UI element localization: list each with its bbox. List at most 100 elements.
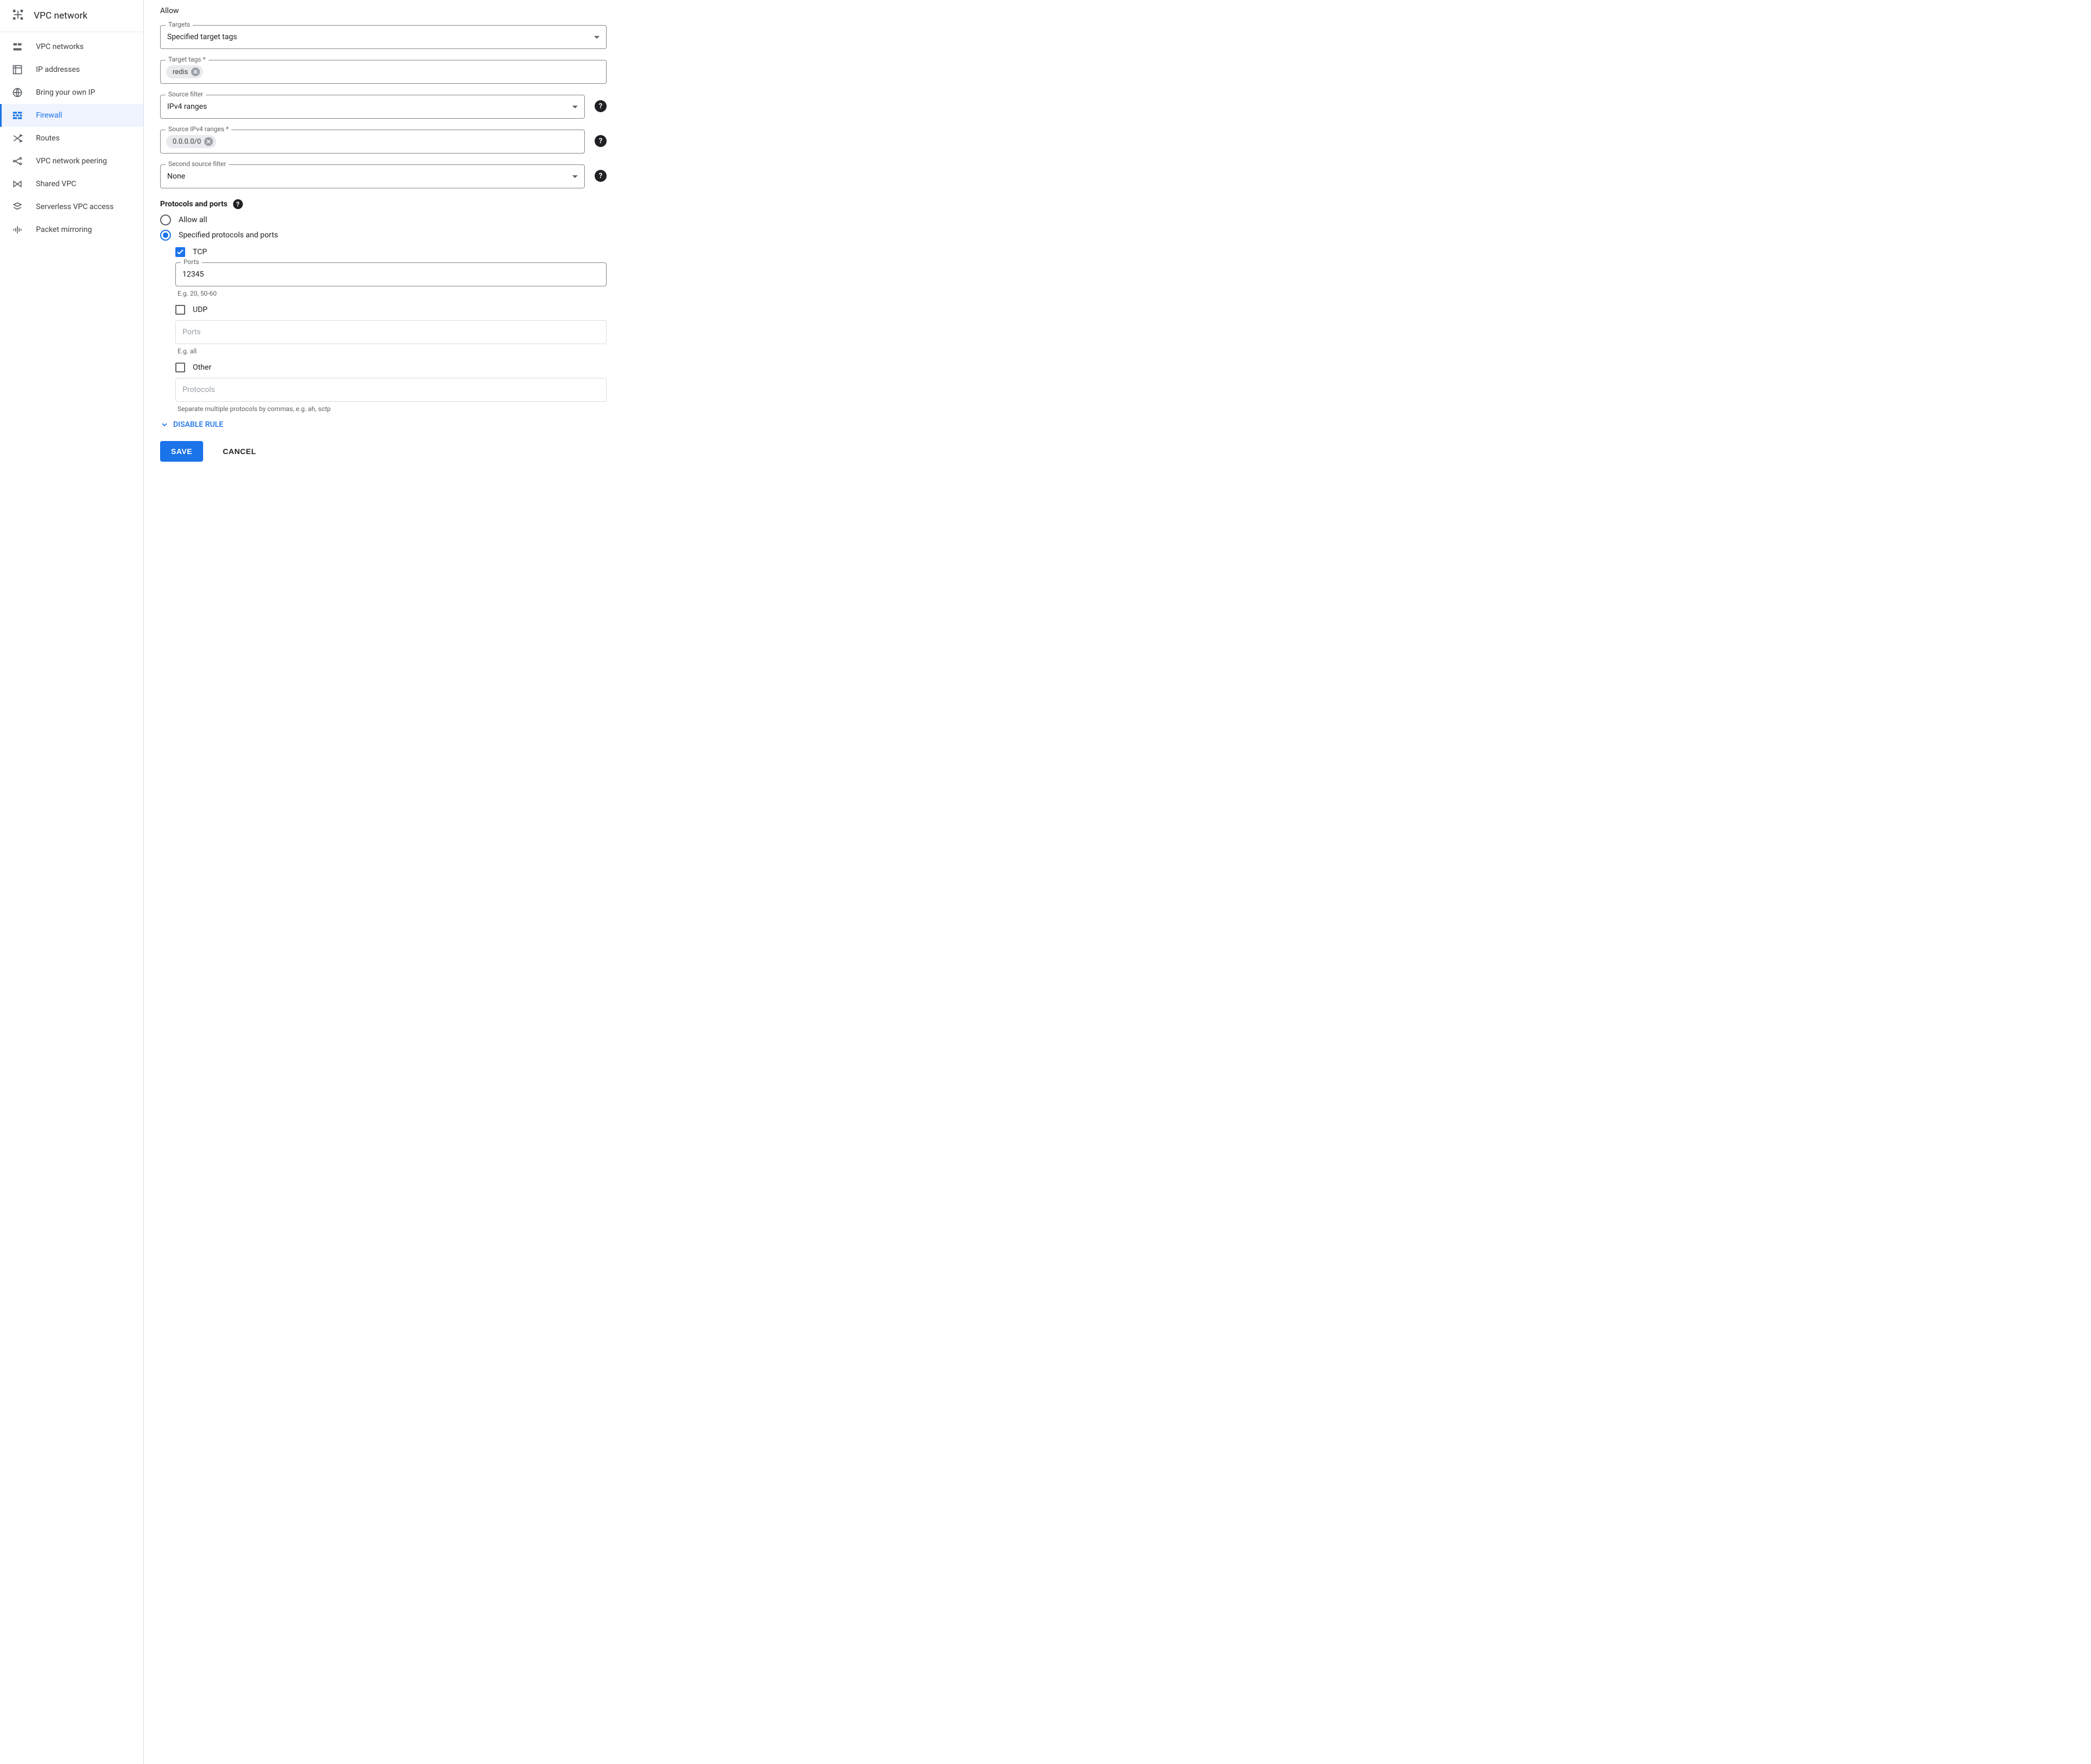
- radio-icon: [160, 215, 171, 225]
- cancel-button[interactable]: CANCEL: [219, 446, 259, 456]
- product-header: VPC network: [0, 0, 143, 32]
- chip-label: 0.0.0.0/0: [173, 138, 201, 146]
- second-source-filter-value: None: [167, 172, 185, 181]
- udp-checkbox-row[interactable]: UDP: [175, 305, 607, 315]
- tcp-ports-label: Ports: [181, 258, 202, 266]
- second-source-filter-field: Second source filter None ?: [160, 164, 607, 188]
- disable-rule-toggle[interactable]: DISABLE RULE: [160, 420, 607, 429]
- other-label: Other: [193, 363, 211, 372]
- action-on-match-value: Allow: [160, 7, 607, 15]
- save-button[interactable]: SAVE: [160, 441, 203, 462]
- source-filter-value: IPv4 ranges: [167, 102, 207, 111]
- chip-remove-icon[interactable]: [191, 68, 200, 76]
- nav-label: IP addresses: [36, 65, 80, 74]
- other-protocols-hint: Separate multiple protocols by commas, e…: [178, 405, 607, 413]
- tcp-ports-value: 12345: [182, 270, 204, 279]
- sidebar-item-byoip[interactable]: Bring your own IP: [0, 81, 143, 104]
- sidebar-item-shared-vpc[interactable]: Shared VPC: [0, 173, 143, 195]
- protocols-ports-label: Protocols and ports: [160, 200, 228, 209]
- firewall-icon: [12, 110, 23, 121]
- tcp-block: TCP Ports 12345 E.g. 20, 50-60: [175, 247, 607, 297]
- sidebar-item-packet-mirroring[interactable]: Packet mirroring: [0, 218, 143, 241]
- radio-allow-all[interactable]: Allow all: [160, 215, 607, 225]
- nav-label: Routes: [36, 134, 60, 143]
- protocols-ports-heading: Protocols and ports ?: [160, 199, 607, 209]
- networks-icon: [12, 41, 23, 52]
- sidebar: VPC network VPC networks IP addresses Br…: [0, 0, 144, 1764]
- udp-label: UDP: [193, 305, 207, 314]
- target-tags-field: Target tags * redis: [160, 60, 607, 84]
- udp-ports-input[interactable]: Ports: [175, 320, 607, 344]
- other-block: Other Protocols Separate multiple protoc…: [175, 363, 607, 413]
- nav-label: Serverless VPC access: [36, 203, 114, 211]
- form-actions: SAVE CANCEL: [160, 441, 607, 462]
- source-filter-field: Source filter IPv4 ranges ?: [160, 95, 607, 119]
- udp-block: UDP Ports E.g. all: [175, 305, 607, 355]
- targets-select[interactable]: Specified target tags: [160, 25, 607, 49]
- sidebar-item-firewall[interactable]: Firewall: [0, 104, 143, 127]
- routes-icon: [12, 133, 23, 144]
- chevron-down-icon: [572, 175, 578, 178]
- checkbox-icon: [175, 305, 185, 315]
- radio-label: Specified protocols and ports: [179, 231, 278, 240]
- nav-label: Firewall: [36, 111, 62, 120]
- globe-icon: [12, 87, 23, 98]
- target-tag-chip: redis: [166, 65, 203, 78]
- udp-ports-placeholder: Ports: [182, 328, 201, 336]
- nav-label: Shared VPC: [36, 180, 76, 188]
- other-protocols-input[interactable]: Protocols: [175, 378, 607, 402]
- peering-icon: [12, 156, 23, 167]
- targets-label: Targets: [166, 21, 193, 28]
- help-icon[interactable]: ?: [233, 199, 243, 209]
- checkbox-icon: [175, 247, 185, 257]
- radio-specified[interactable]: Specified protocols and ports: [160, 230, 607, 241]
- sidebar-item-peering[interactable]: VPC network peering: [0, 150, 143, 173]
- checkbox-icon: [175, 363, 185, 372]
- nav-label: VPC network peering: [36, 157, 107, 166]
- radio-label: Allow all: [179, 216, 207, 224]
- radio-icon: [160, 230, 171, 241]
- source-range-chip: 0.0.0.0/0: [166, 135, 216, 148]
- second-source-filter-label: Second source filter: [166, 160, 229, 168]
- nav-label: Packet mirroring: [36, 225, 92, 234]
- targets-value: Specified target tags: [167, 33, 237, 41]
- target-tags-input[interactable]: redis: [160, 60, 607, 84]
- mirroring-icon: [12, 224, 23, 235]
- chip-remove-icon[interactable]: [204, 137, 213, 146]
- sidebar-item-serverless-vpc[interactable]: Serverless VPC access: [0, 195, 143, 218]
- nav-list: VPC networks IP addresses Bring your own…: [0, 32, 143, 241]
- target-tags-label: Target tags *: [166, 56, 209, 63]
- nav-label: Bring your own IP: [36, 88, 95, 97]
- source-ranges-label: Source IPv4 ranges *: [166, 125, 231, 133]
- sidebar-item-routes[interactable]: Routes: [0, 127, 143, 150]
- chevron-down-icon: [594, 36, 600, 39]
- tcp-ports-hint: E.g. 20, 50-60: [178, 290, 607, 297]
- chevron-down-icon: [572, 106, 578, 108]
- udp-ports-hint: E.g. all: [178, 347, 607, 355]
- tcp-label: TCP: [193, 248, 207, 256]
- source-ranges-input[interactable]: 0.0.0.0/0: [160, 130, 585, 154]
- tcp-ports-input[interactable]: 12345: [175, 262, 607, 286]
- serverless-icon: [12, 201, 23, 212]
- chip-label: redis: [173, 68, 188, 76]
- vpc-logo-icon: [12, 9, 34, 23]
- targets-field: Targets Specified target tags: [160, 25, 607, 49]
- product-title: VPC network: [34, 10, 88, 21]
- other-protocols-placeholder: Protocols: [182, 385, 215, 394]
- firewall-rule-form: Allow Targets Specified target tags Targ…: [144, 0, 623, 1764]
- chevron-down-icon: [160, 420, 169, 429]
- tcp-checkbox-row[interactable]: TCP: [175, 247, 607, 257]
- help-icon[interactable]: ?: [595, 100, 607, 112]
- disable-rule-label: DISABLE RULE: [173, 420, 223, 429]
- help-icon[interactable]: ?: [595, 135, 607, 147]
- sidebar-item-ip-addresses[interactable]: IP addresses: [0, 58, 143, 81]
- help-icon[interactable]: ?: [595, 170, 607, 182]
- other-checkbox-row[interactable]: Other: [175, 363, 607, 372]
- ip-icon: [12, 64, 23, 75]
- second-source-filter-select[interactable]: None: [160, 164, 585, 188]
- source-ranges-field: Source IPv4 ranges * 0.0.0.0/0 ?: [160, 130, 607, 154]
- shared-vpc-icon: [12, 179, 23, 189]
- source-filter-select[interactable]: IPv4 ranges: [160, 95, 585, 119]
- sidebar-item-vpc-networks[interactable]: VPC networks: [0, 35, 143, 58]
- nav-label: VPC networks: [36, 42, 84, 51]
